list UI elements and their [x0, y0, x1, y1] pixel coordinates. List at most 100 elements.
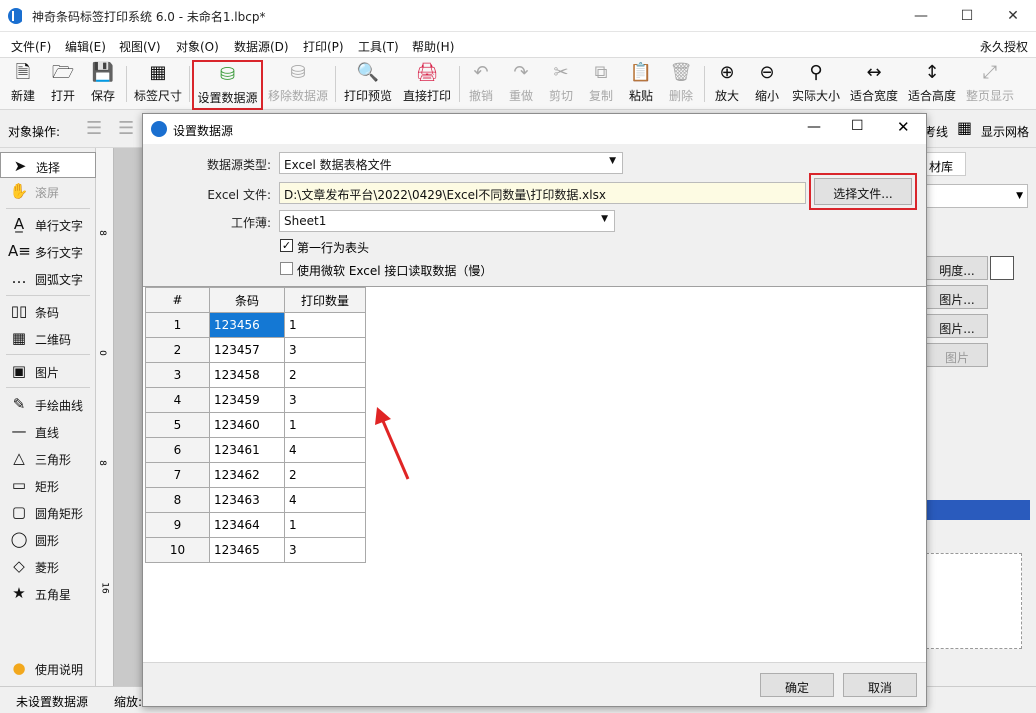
menu-object[interactable]: 对象(O) — [176, 38, 219, 55]
tool-select[interactable]: ➤ 选择 — [0, 152, 96, 178]
menu-file[interactable]: 文件(F) — [11, 38, 51, 55]
tool-star[interactable]: ★ 五角星 — [0, 580, 96, 606]
table-row[interactable]: 5 123460 1 — [145, 412, 366, 438]
full-page-button[interactable]: ⤢ 整页显示 — [962, 60, 1018, 108]
tool-image[interactable]: ▣ 图片 — [0, 358, 96, 384]
tool-circle[interactable]: ◯ 圆形 — [0, 526, 96, 552]
menu-edit[interactable]: 编辑(E) — [65, 38, 106, 55]
table-row[interactable]: 2 123457 3 — [145, 337, 366, 363]
first-row-header-checkbox[interactable]: ✓ — [280, 239, 293, 252]
table-row[interactable]: 6 123461 4 — [145, 437, 366, 463]
tool-arc-text[interactable]: … 圆弧文字 — [0, 265, 96, 291]
actual-size-button[interactable]: ⚲ 实际大小 — [788, 60, 844, 108]
color-swatch[interactable] — [990, 256, 1014, 280]
new-button[interactable]: 🗎 新建 — [4, 60, 42, 108]
toolbar-separator — [459, 66, 460, 102]
preview-area — [926, 553, 1022, 649]
cancel-button[interactable]: 取消 — [843, 673, 917, 697]
menu-help[interactable]: 帮助(H) — [412, 38, 454, 55]
image-button[interactable]: 图片... — [926, 285, 988, 309]
tool-diamond[interactable]: ◇ 菱形 — [0, 553, 96, 579]
zoom-in-button[interactable]: ⊕ 放大 — [708, 60, 746, 108]
sheet-select[interactable]: Sheet1 ▼ — [279, 210, 615, 232]
save-button[interactable]: 💾 保存 — [84, 60, 122, 108]
tool-help[interactable]: ● 使用说明 — [0, 655, 96, 681]
set-datasource-button[interactable]: ⛁ 设置数据源 — [192, 60, 263, 110]
label-canvas[interactable]: 8 0 8 16 — [96, 148, 146, 686]
tool-line[interactable]: — 直线 — [0, 418, 96, 444]
open-button[interactable]: 🗁 打开 — [44, 60, 82, 108]
dialog-title-bar: 设置数据源 — ☐ ✕ — [143, 114, 926, 144]
label-size-button[interactable]: ▦ 标签尺寸 — [130, 60, 186, 108]
table-row[interactable]: 1 123456 1 — [145, 312, 366, 338]
layer-icon[interactable]: ☰ — [118, 118, 134, 139]
panel-separator — [6, 387, 90, 388]
tool-scroll[interactable]: ✋ 滚屏 — [0, 178, 96, 204]
ok-button[interactable]: 确定 — [760, 673, 834, 697]
zoom-out-button[interactable]: ⊖ 缩小 — [748, 60, 786, 108]
tool-single-line-text[interactable]: A̲ 单行文字 — [0, 211, 96, 237]
tool-rounded-rectangle[interactable]: ▢ 圆角矩形 — [0, 499, 96, 525]
choose-file-button[interactable]: 选择文件... — [814, 178, 912, 205]
image-button[interactable]: 图片 — [926, 343, 988, 367]
red-arrow-annotation — [375, 407, 410, 480]
data-preview-grid[interactable]: # 条码 打印数量 1 123456 1 2 123457 3 3 123458 2 4 12… — [143, 286, 926, 662]
table-row[interactable]: 10 123465 3 — [145, 537, 366, 563]
source-type-select[interactable]: Excel 数据表格文件 ▼ — [279, 152, 623, 174]
ruler-mark: 0 — [96, 350, 107, 356]
maximize-icon[interactable]: ☐ — [944, 0, 990, 32]
table-row[interactable]: 9 123464 1 — [145, 512, 366, 538]
data-table: # 条码 打印数量 1 123456 1 2 123457 3 3 123458 2 4 12… — [145, 287, 366, 563]
minimize-icon[interactable]: — — [898, 0, 944, 32]
print-preview-button[interactable]: 🔍 打印预览 — [340, 60, 396, 108]
undo-button[interactable]: ↶ 撤销 — [462, 60, 500, 108]
tool-freehand[interactable]: ✎ 手绘曲线 — [0, 391, 96, 417]
show-grid-toggle[interactable]: 显示网格 — [981, 123, 1029, 140]
fit-width-button[interactable]: ↔ 适合宽度 — [846, 60, 902, 108]
close-icon[interactable]: ✕ — [990, 0, 1036, 32]
ruler-mark: 8 — [96, 460, 107, 466]
delete-button[interactable]: 🗑 删除 — [662, 60, 700, 108]
tool-qrcode[interactable]: ▦ 二维码 — [0, 325, 96, 351]
image-icon: ▣ — [11, 362, 27, 380]
close-icon[interactable]: ✕ — [897, 118, 910, 136]
toolbar-separator — [189, 66, 190, 102]
excel-file-path-input[interactable]: D:\文章发布平台\2022\0429\Excel不同数量\打印数据.xlsx — [279, 182, 806, 204]
menu-print[interactable]: 打印(P) — [303, 38, 344, 55]
copy-button[interactable]: ⧉ 复制 — [582, 60, 620, 108]
tool-barcode[interactable]: ▯▯ 条码 — [0, 298, 96, 324]
license-label[interactable]: 永久授权 — [980, 38, 1028, 55]
open-icon: 🗁 — [51, 62, 75, 83]
barcode-icon: ▯▯ — [10, 302, 28, 320]
layer-icon[interactable]: ☰ — [86, 118, 102, 139]
menu-view[interactable]: 视图(V) — [119, 38, 161, 55]
property-dropdown[interactable]: ▼ — [926, 184, 1028, 208]
table-row[interactable]: 3 123458 2 — [145, 362, 366, 388]
menu-datasource[interactable]: 数据源(D) — [234, 38, 289, 55]
redo-button[interactable]: ↷ 重做 — [502, 60, 540, 108]
guide-line-toggle[interactable]: 考线 — [924, 123, 948, 140]
tool-triangle[interactable]: △ 三角形 — [0, 445, 96, 471]
menu-tools[interactable]: 工具(T) — [358, 38, 399, 55]
image-button[interactable]: 图片... — [926, 314, 988, 338]
panel-separator — [6, 208, 90, 209]
material-library-tab[interactable]: 材库 — [926, 152, 966, 176]
cut-button[interactable]: ✂ 剪切 — [542, 60, 580, 108]
menu-bar: 文件(F) 编辑(E) 视图(V) 对象(O) 数据源(D) 打印(P) 工具(… — [0, 32, 1036, 58]
column-header[interactable]: # — [145, 287, 210, 313]
table-row[interactable]: 4 123459 3 — [145, 387, 366, 413]
table-row[interactable]: 7 123462 2 — [145, 462, 366, 488]
tool-rectangle[interactable]: ▭ 矩形 — [0, 472, 96, 498]
tool-multi-line-text[interactable]: A≡ 多行文字 — [0, 238, 96, 264]
column-header[interactable]: 打印数量 — [284, 287, 366, 313]
minimize-icon[interactable]: — — [807, 119, 821, 135]
maximize-icon[interactable]: ☐ — [851, 118, 864, 134]
column-header[interactable]: 条码 — [209, 287, 285, 313]
paste-button[interactable]: 📋 粘贴 — [622, 60, 660, 108]
fit-height-button[interactable]: ↕ 适合高度 — [904, 60, 960, 108]
remove-datasource-button[interactable]: ⛁ 移除数据源 — [266, 60, 330, 108]
transparency-button[interactable]: 明度... — [926, 256, 988, 280]
use-ms-excel-checkbox[interactable] — [280, 262, 293, 275]
table-row[interactable]: 8 123463 4 — [145, 487, 366, 513]
direct-print-button[interactable]: 🖨 直接打印 — [399, 60, 455, 108]
